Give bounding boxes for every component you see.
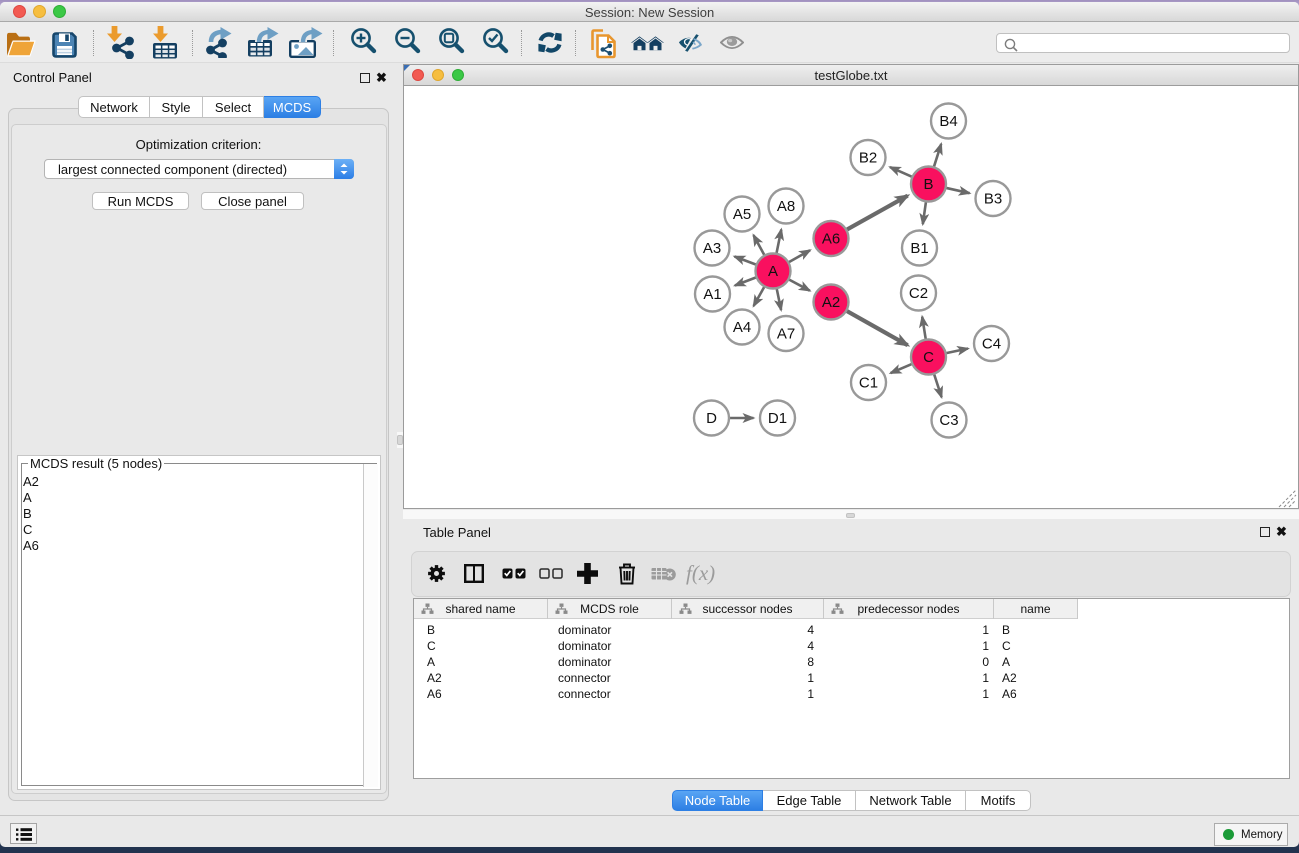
svg-text:C2: C2	[909, 285, 928, 302]
svg-text:A3: A3	[703, 240, 721, 257]
svg-text:B1: B1	[910, 240, 928, 257]
svg-text:A7: A7	[777, 326, 795, 343]
svg-text:B: B	[923, 176, 933, 193]
svg-text:C: C	[923, 349, 934, 366]
svg-text:A6: A6	[822, 231, 840, 248]
svg-text:A4: A4	[733, 319, 751, 336]
svg-text:A: A	[768, 263, 778, 280]
svg-text:C4: C4	[982, 336, 1001, 353]
svg-text:B4: B4	[939, 113, 957, 130]
svg-text:D: D	[706, 410, 717, 427]
svg-text:C3: C3	[939, 412, 958, 429]
svg-text:A8: A8	[777, 198, 795, 215]
svg-text:A1: A1	[703, 286, 721, 303]
svg-text:C1: C1	[859, 375, 878, 392]
svg-text:B3: B3	[984, 191, 1002, 208]
svg-text:D1: D1	[768, 410, 787, 427]
svg-text:B2: B2	[859, 150, 877, 167]
svg-text:A5: A5	[733, 206, 751, 223]
svg-text:A2: A2	[822, 294, 840, 311]
